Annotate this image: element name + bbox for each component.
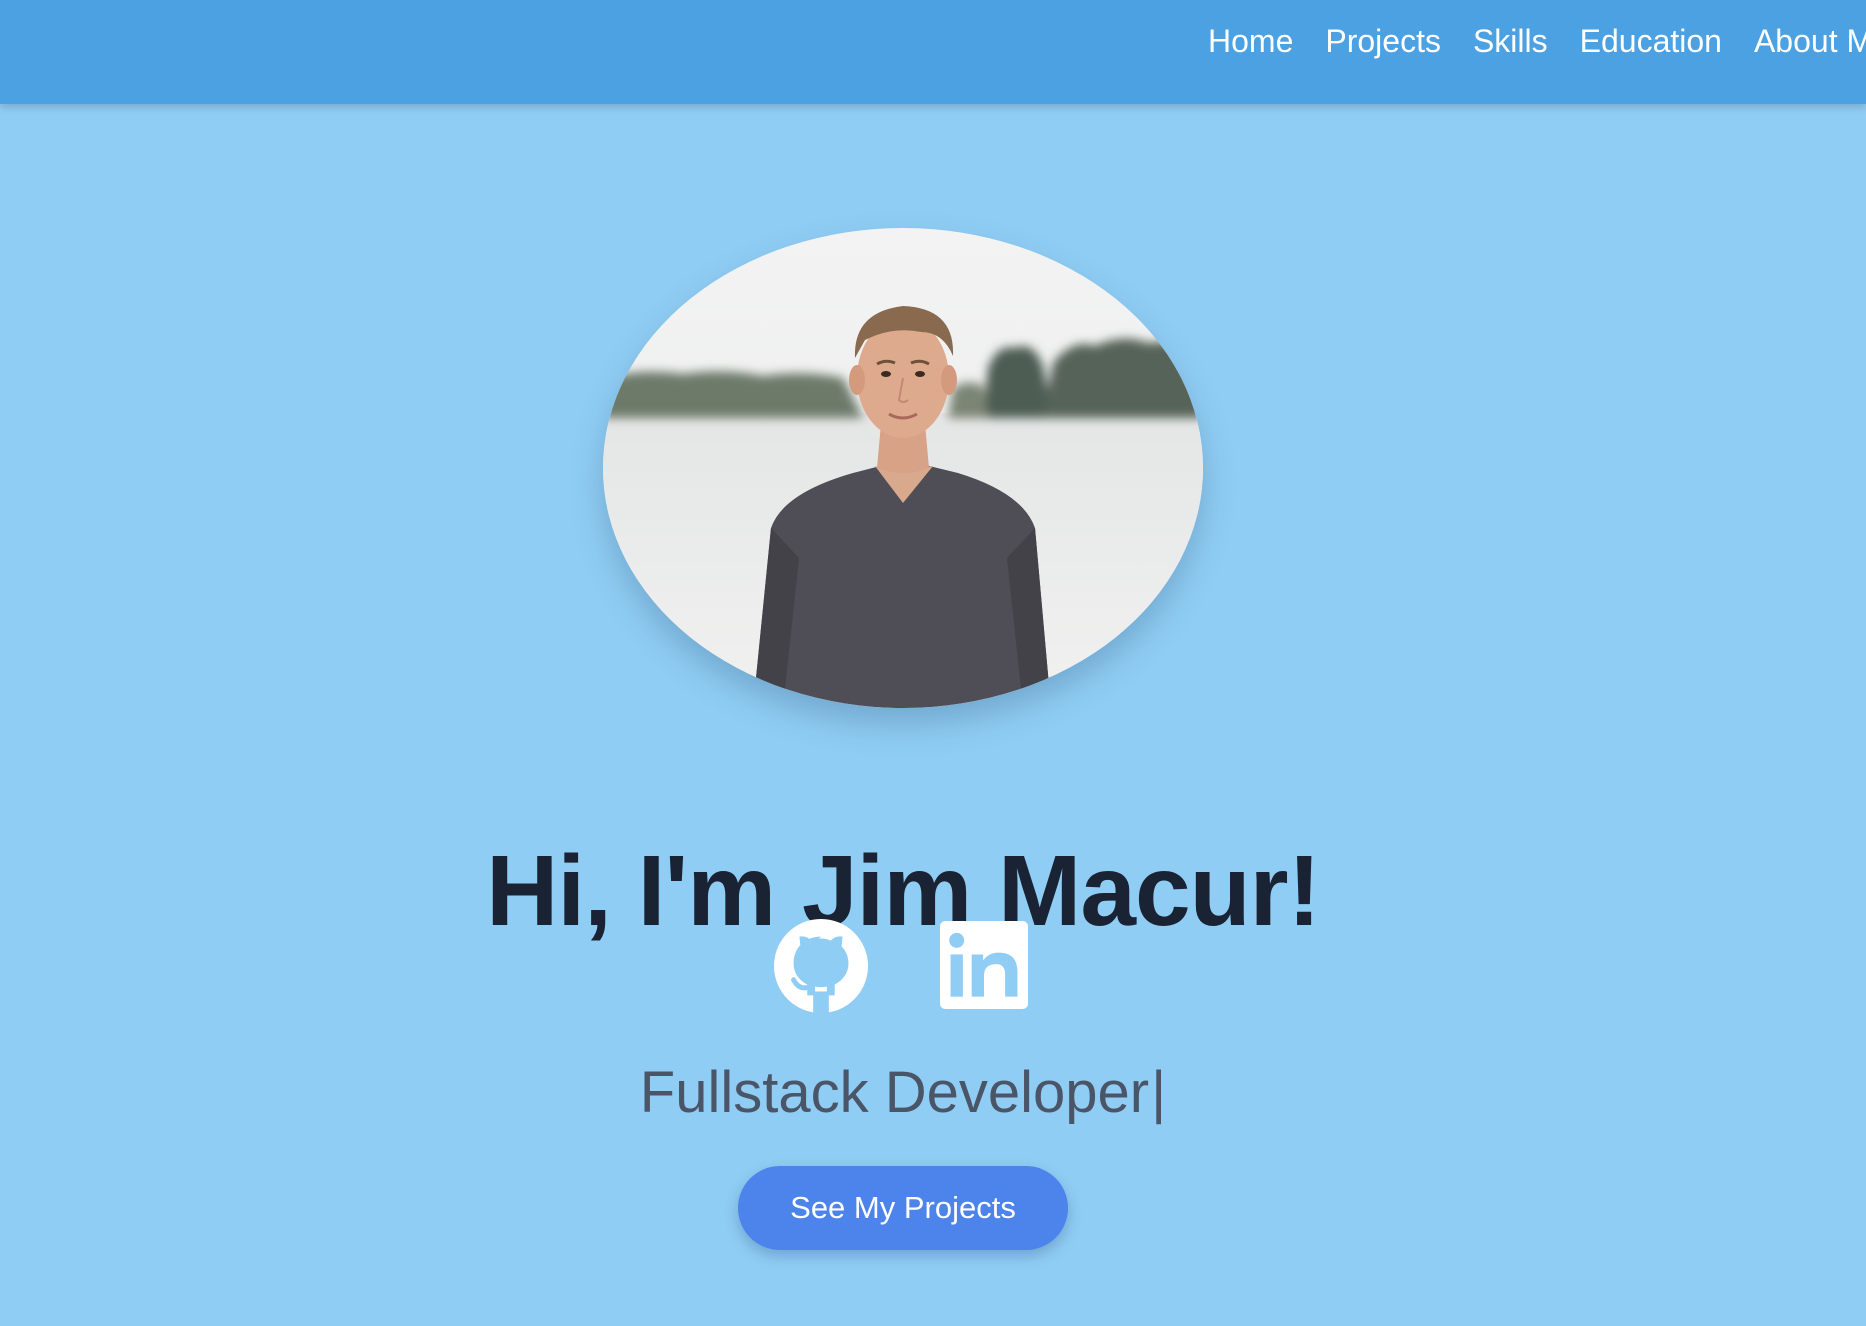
nav-link-about[interactable]: About Me bbox=[1754, 20, 1866, 62]
nav-link-projects[interactable]: Projects bbox=[1325, 20, 1441, 62]
github-link[interactable] bbox=[772, 917, 870, 1015]
nav-link-home[interactable]: Home bbox=[1208, 20, 1293, 62]
typed-role-text: Fullstack Developer bbox=[639, 1060, 1150, 1125]
hero-subtitle: Fullstack Developer| bbox=[0, 1058, 1806, 1128]
see-projects-button[interactable]: See My Projects bbox=[738, 1166, 1068, 1250]
typing-cursor: | bbox=[1151, 1060, 1167, 1125]
linkedin-icon bbox=[940, 921, 1028, 1009]
github-icon bbox=[773, 918, 869, 1015]
linkedin-link[interactable] bbox=[940, 921, 1028, 1009]
social-links bbox=[772, 915, 1032, 1015]
nav-link-education[interactable]: Education bbox=[1580, 20, 1722, 62]
profile-photo bbox=[603, 228, 1203, 708]
nav-link-skills[interactable]: Skills bbox=[1473, 20, 1548, 62]
navbar: Home Projects Skills Education About Me bbox=[0, 0, 1866, 104]
nav-links: Home Projects Skills Education About Me bbox=[1208, 20, 1866, 62]
